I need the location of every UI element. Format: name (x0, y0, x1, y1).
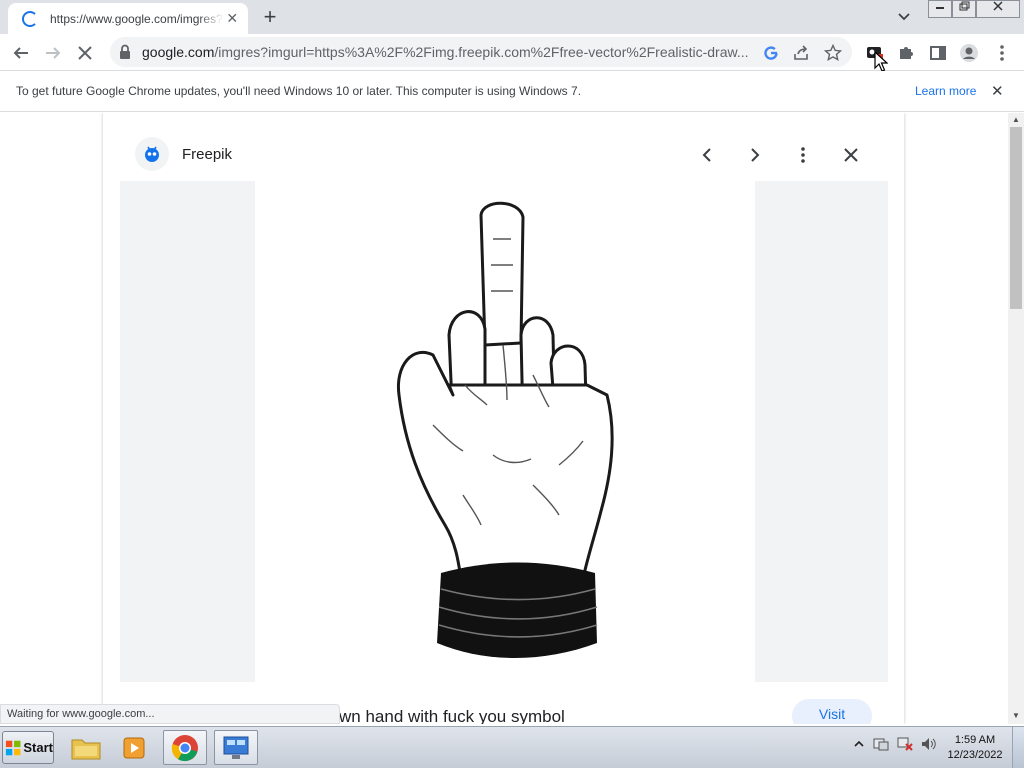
side-panel-button[interactable] (927, 42, 949, 64)
show-hidden-icons-button[interactable] (850, 735, 868, 753)
start-button[interactable]: Start (2, 731, 54, 764)
chevron-right-icon (751, 148, 760, 162)
chrome-icon (171, 734, 198, 761)
volume-tray-icon[interactable] (920, 735, 938, 753)
infobar-close-button[interactable]: ✕ (991, 82, 1004, 100)
tab-close-button[interactable]: ✕ (224, 10, 240, 27)
learn-more-link[interactable]: Learn more (915, 84, 976, 98)
freepik-favicon-icon[interactable] (135, 137, 169, 171)
close-preview-button[interactable] (839, 143, 863, 167)
monitor-icon (223, 736, 249, 759)
next-image-placeholder[interactable] (755, 181, 888, 682)
chrome-taskbar-button[interactable] (163, 730, 207, 765)
page-content: Freepik wn hand with fuck you symbol Vis… (0, 113, 1024, 724)
scroll-down-arrow-icon[interactable]: ▼ (1012, 711, 1020, 720)
update-infobar: To get future Google Chrome updates, you… (0, 71, 1024, 112)
scroll-up-arrow-icon[interactable]: ▲ (1012, 115, 1020, 124)
remote-desktop-taskbar-button[interactable] (214, 730, 258, 765)
kebab-menu-icon (1000, 45, 1004, 61)
windows-taskbar: Start 1:59 AM 12/23/2022 (0, 726, 1024, 768)
tab-search-chevron-icon[interactable] (896, 8, 912, 24)
url-text[interactable]: google.com/imgres?imgurl=https%3A%2F%2Fi… (142, 44, 762, 60)
system-clock[interactable]: 1:59 AM 12/23/2022 (940, 733, 1010, 763)
previous-image-placeholder[interactable] (120, 181, 255, 682)
chrome-menu-button[interactable] (991, 42, 1013, 64)
file-explorer-taskbar-button[interactable] (64, 730, 108, 765)
arrow-left-icon (13, 47, 28, 59)
close-icon (844, 148, 858, 162)
previous-image-button[interactable] (695, 143, 719, 167)
google-lens-icon[interactable] (762, 44, 780, 62)
infobar-message: To get future Google Chrome updates, you… (16, 84, 582, 98)
image-preview-panel: Freepik wn hand with fuck you symbol Vis… (103, 113, 904, 724)
next-image-button[interactable] (743, 143, 767, 167)
bookmark-star-icon[interactable] (824, 44, 842, 62)
profile-avatar-icon (960, 44, 978, 62)
action-center-tray-icon[interactable] (872, 735, 890, 753)
show-desktop-button[interactable] (1012, 727, 1024, 768)
tab-title: https://www.google.com/imgres?imgurl=htt… (50, 11, 225, 26)
stop-button[interactable] (74, 42, 96, 64)
media-player-taskbar-button[interactable] (112, 730, 156, 765)
hand-drawing-image[interactable] (373, 195, 633, 660)
forward-button[interactable] (42, 42, 64, 64)
share-icon[interactable] (792, 44, 810, 62)
more-options-button[interactable] (791, 143, 815, 167)
start-label: Start (23, 740, 53, 755)
media-player-icon (123, 737, 145, 758)
back-button[interactable] (10, 42, 32, 64)
network-tray-icon[interactable] (896, 735, 914, 753)
loading-spinner-icon (22, 10, 38, 27)
page-scrollbar[interactable]: ▲ ▼ (1008, 113, 1024, 724)
clock-time: 1:59 AM (954, 734, 996, 746)
browser-tab[interactable]: https://www.google.com/imgres?imgurl=htt… (8, 3, 248, 34)
folder-icon (71, 739, 101, 759)
kebab-menu-icon (801, 147, 805, 163)
tab-strip: https://www.google.com/imgres?imgurl=htt… (0, 0, 1024, 34)
stop-x-icon (78, 46, 92, 60)
puzzle-icon (900, 47, 913, 59)
chevron-up-icon (854, 740, 864, 747)
scrollbar-thumb[interactable] (1010, 127, 1022, 309)
clock-date: 12/23/2022 (947, 749, 1003, 761)
minimize-button[interactable] (928, 0, 952, 18)
source-name[interactable]: Freepik (182, 146, 232, 163)
arrow-right-icon (46, 47, 61, 59)
lock-icon[interactable] (118, 44, 132, 60)
new-tab-button[interactable]: + (258, 6, 282, 28)
profile-button[interactable] (958, 42, 980, 64)
browser-toolbar: google.com/imgres?imgurl=https%3A%2F%2Fi… (0, 34, 1024, 72)
close-window-button[interactable] (976, 0, 1020, 18)
visit-button[interactable]: Visit (792, 699, 872, 724)
windows-logo-icon (5, 740, 21, 755)
chevron-left-icon (702, 148, 711, 162)
mouse-cursor-icon (874, 51, 888, 72)
address-bar[interactable]: google.com/imgres?imgurl=https%3A%2F%2Fi… (110, 37, 852, 67)
side-panel-icon (930, 46, 946, 60)
image-caption[interactable]: wn hand with fuck you symbol (339, 707, 565, 724)
restore-button[interactable] (952, 0, 976, 18)
extensions-puzzle-button[interactable] (895, 42, 917, 64)
status-bubble: Waiting for www.google.com... (0, 704, 340, 724)
